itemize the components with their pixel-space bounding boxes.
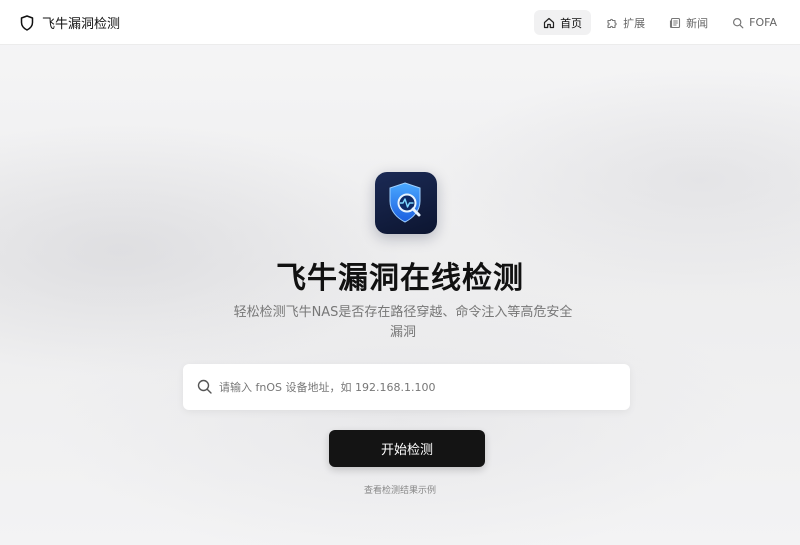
brand[interactable]: 飞牛漏洞检测	[20, 13, 120, 32]
hero-section: 飞牛漏洞在线检测 轻松检测飞牛NAS是否存在路径穿越、命令注入等高危安全漏洞 开…	[0, 45, 800, 545]
start-scan-button[interactable]: 开始检测	[329, 430, 485, 467]
nav-item-extensions[interactable]: 扩展	[597, 10, 654, 35]
puzzle-icon	[606, 17, 618, 29]
device-address-input[interactable]	[219, 364, 619, 410]
nav-item-news[interactable]: 新闻	[660, 10, 717, 35]
nav-item-label: 首页	[560, 16, 583, 30]
nav-item-label: 新闻	[686, 16, 709, 30]
nav-item-label: FOFA	[749, 16, 777, 29]
search-icon	[732, 17, 744, 29]
newspaper-icon	[669, 17, 681, 29]
shield-scan-icon	[375, 172, 437, 234]
nav-item-home[interactable]: 首页	[534, 10, 592, 35]
view-example-link[interactable]: 查看检测结果示例	[0, 483, 800, 496]
nav-item-fofa[interactable]: FOFA	[723, 10, 786, 35]
nav-item-label: 扩展	[623, 16, 646, 30]
top-navbar: 飞牛漏洞检测 首页 扩展 新闻 FOFA	[0, 0, 800, 45]
brand-title: 飞牛漏洞检测	[42, 17, 121, 32]
home-icon	[543, 17, 555, 29]
page-subtitle: 轻松检测飞牛NAS是否存在路径穿越、命令注入等高危安全漏洞	[233, 305, 573, 340]
search-box	[183, 364, 630, 410]
shield-icon	[20, 14, 34, 31]
page-title: 飞牛漏洞在线检测	[276, 261, 524, 296]
main-nav: 首页 扩展 新闻 FOFA	[534, 10, 786, 35]
